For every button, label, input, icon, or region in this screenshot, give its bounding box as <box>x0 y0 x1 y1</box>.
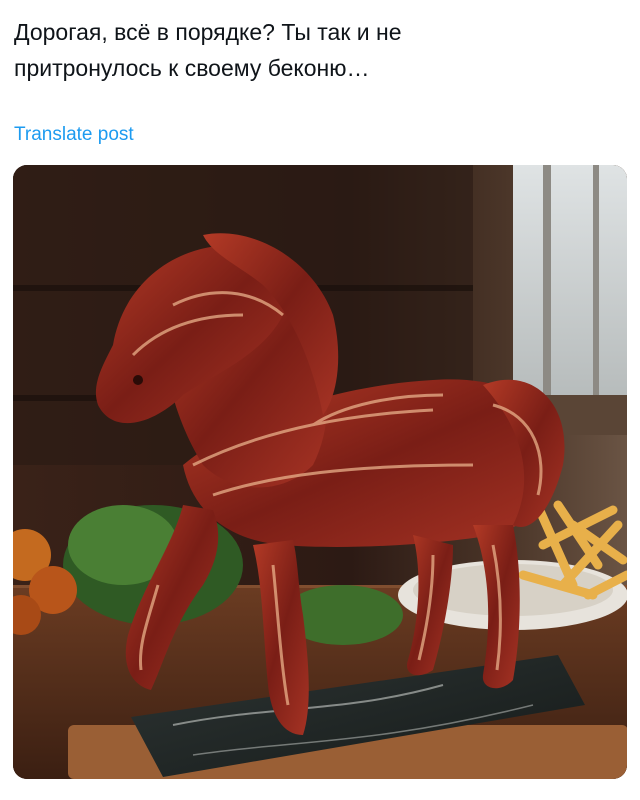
translate-post-link[interactable]: Translate post <box>14 124 134 146</box>
post-text: Дорогая, всё в порядке? Ты так и не прит… <box>14 14 614 86</box>
post-text-line-1: Дорогая, всё в порядке? Ты так и не <box>14 19 402 45</box>
post-text-line-2: притронулось к своему беконю… <box>14 55 370 81</box>
post-image[interactable] <box>13 165 627 779</box>
bacon-horse-photo <box>13 165 627 779</box>
